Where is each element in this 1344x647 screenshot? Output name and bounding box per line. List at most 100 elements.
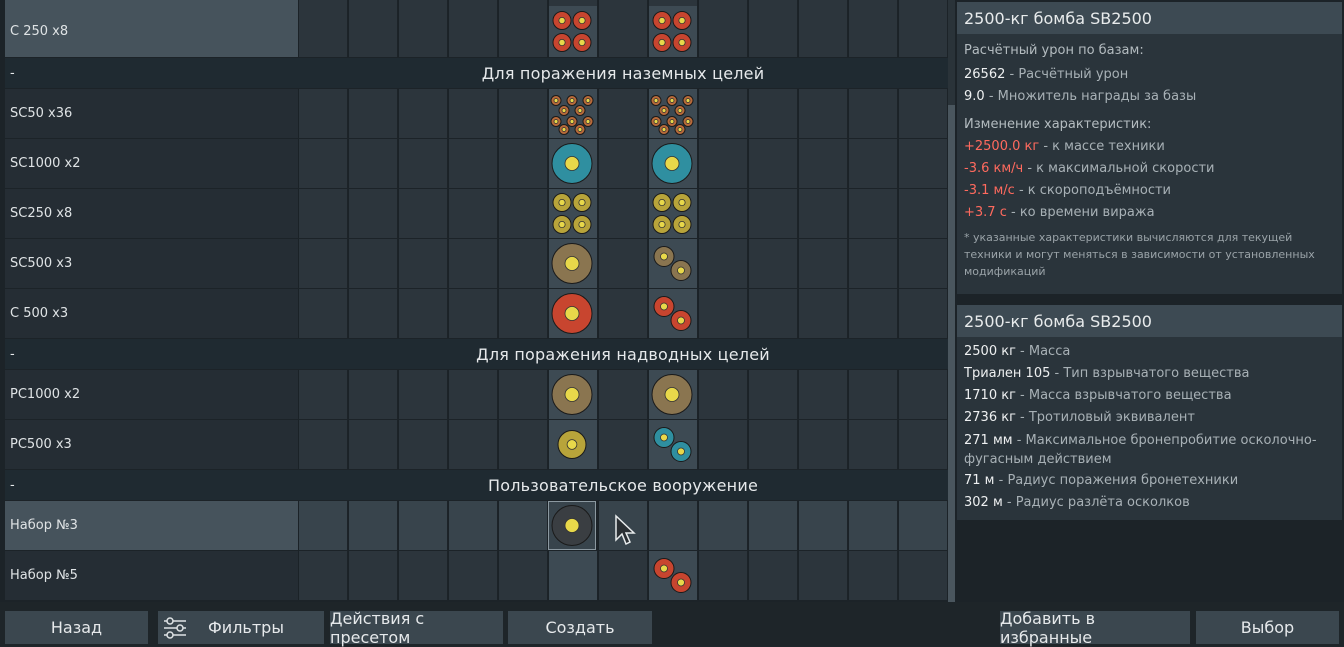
weapon-slot[interactable] xyxy=(598,0,647,6)
weapon-slot[interactable] xyxy=(698,189,747,238)
weapon-slot[interactable] xyxy=(348,0,397,6)
weapon-slot[interactable] xyxy=(448,551,497,600)
weapon-slot[interactable] xyxy=(698,6,747,57)
weapon-slot[interactable] xyxy=(298,139,347,188)
row-set5[interactable]: Набор №5 xyxy=(5,551,948,600)
row-sc1000[interactable]: SC1000 x2 xyxy=(5,139,948,188)
weapon-slot[interactable] xyxy=(448,139,497,188)
weapon-slot[interactable] xyxy=(648,501,697,550)
weapon-slot[interactable] xyxy=(898,6,947,57)
weapon-slot[interactable] xyxy=(298,370,347,419)
weapon-slot[interactable] xyxy=(498,501,547,550)
weapon-slot[interactable] xyxy=(898,189,947,238)
weapon-slot[interactable] xyxy=(448,289,497,338)
weapon-slot[interactable] xyxy=(498,420,547,469)
weapon-slot[interactable] xyxy=(398,551,447,600)
weapon-slot[interactable] xyxy=(898,420,947,469)
weapon-slot[interactable] xyxy=(448,501,497,550)
preset-actions-button[interactable]: Действия с пресетом xyxy=(330,609,503,647)
weapon-slot[interactable] xyxy=(448,0,497,6)
weapon-slot[interactable] xyxy=(548,0,597,6)
weapon-slot[interactable] xyxy=(748,189,797,238)
scrollbar-thumb[interactable] xyxy=(948,105,955,602)
weapon-slot[interactable] xyxy=(348,289,397,338)
weapon-slot[interactable] xyxy=(348,501,397,550)
weapon-slot[interactable] xyxy=(448,89,497,138)
weapon-slot[interactable] xyxy=(298,89,347,138)
weapon-slot[interactable] xyxy=(298,551,347,600)
create-button[interactable]: Создать xyxy=(508,611,652,644)
weapon-slot[interactable] xyxy=(398,370,447,419)
weapon-slot[interactable] xyxy=(798,89,847,138)
weapon-slot[interactable] xyxy=(798,370,847,419)
weapon-slot[interactable] xyxy=(848,501,897,550)
weapon-slot[interactable] xyxy=(748,289,797,338)
weapon-slot[interactable] xyxy=(848,89,897,138)
weapon-slot[interactable] xyxy=(798,189,847,238)
weapon-slot[interactable] xyxy=(748,0,797,6)
weapon-slot[interactable] xyxy=(398,239,447,288)
row-pc1000[interactable]: PC1000 x2 xyxy=(5,370,948,419)
weapon-slot[interactable] xyxy=(848,370,897,419)
weapon-slot[interactable] xyxy=(848,189,897,238)
weapon-slot[interactable] xyxy=(798,551,847,600)
weapon-slot[interactable] xyxy=(848,6,897,57)
weapon-slot[interactable] xyxy=(498,370,547,419)
weapon-slot[interactable] xyxy=(448,189,497,238)
weapon-slot[interactable] xyxy=(398,420,447,469)
weapon-slot[interactable] xyxy=(348,189,397,238)
weapon-slot[interactable] xyxy=(598,289,647,338)
weapon-slot[interactable] xyxy=(348,239,397,288)
weapon-slot[interactable] xyxy=(498,239,547,288)
weapon-slot[interactable] xyxy=(748,370,797,419)
weapon-slot[interactable] xyxy=(348,139,397,188)
weapon-slot[interactable] xyxy=(748,501,797,550)
weapon-slot[interactable] xyxy=(498,6,547,57)
weapon-slot[interactable] xyxy=(398,0,447,6)
weapon-slot[interactable] xyxy=(598,6,647,57)
weapon-slot[interactable] xyxy=(748,239,797,288)
weapon-slot[interactable] xyxy=(298,6,347,57)
weapon-slot[interactable] xyxy=(298,189,347,238)
weapon-slot[interactable] xyxy=(348,370,397,419)
weapon-slot[interactable] xyxy=(648,0,697,6)
weapon-slot[interactable] xyxy=(448,370,497,419)
weapon-slot[interactable] xyxy=(598,139,647,188)
weapon-slot[interactable] xyxy=(698,139,747,188)
row-c500[interactable]: С 500 x3 xyxy=(5,289,948,338)
weapon-slot[interactable] xyxy=(598,189,647,238)
weapon-slot[interactable] xyxy=(848,420,897,469)
row-pc500[interactable]: PC500 x3 xyxy=(5,420,948,469)
weapon-slot[interactable] xyxy=(698,289,747,338)
weapon-slot[interactable] xyxy=(598,89,647,138)
row-sc500[interactable]: SC500 x3 xyxy=(5,239,948,288)
row-sc250[interactable]: SC250 x8 xyxy=(5,189,948,238)
weapon-slot[interactable] xyxy=(748,420,797,469)
weapon-slot[interactable] xyxy=(748,89,797,138)
weapon-slot[interactable] xyxy=(298,289,347,338)
weapon-slot[interactable] xyxy=(598,420,647,469)
weapon-slot[interactable] xyxy=(898,89,947,138)
weapon-slot[interactable] xyxy=(698,239,747,288)
weapon-slot[interactable] xyxy=(698,370,747,419)
row-sc50[interactable]: SC50 x36 xyxy=(5,89,948,138)
weapon-slot[interactable] xyxy=(848,551,897,600)
weapon-slot[interactable] xyxy=(698,420,747,469)
weapon-slot[interactable] xyxy=(398,189,447,238)
weapon-slot[interactable] xyxy=(898,501,947,550)
weapon-slot[interactable] xyxy=(448,420,497,469)
weapon-slot[interactable] xyxy=(448,239,497,288)
weapon-slot[interactable] xyxy=(448,6,497,57)
weapon-slot[interactable] xyxy=(698,551,747,600)
weapon-slot[interactable] xyxy=(548,551,597,600)
weapon-slot[interactable] xyxy=(798,420,847,469)
weapon-slot[interactable] xyxy=(748,6,797,57)
weapon-slot[interactable] xyxy=(498,89,547,138)
weapon-slot[interactable] xyxy=(698,0,747,6)
weapon-slot[interactable] xyxy=(898,289,947,338)
weapon-slot[interactable] xyxy=(848,289,897,338)
weapon-slot[interactable] xyxy=(398,501,447,550)
weapon-slot[interactable] xyxy=(698,89,747,138)
weapon-slot[interactable] xyxy=(748,139,797,188)
weapon-slot[interactable] xyxy=(848,0,897,6)
